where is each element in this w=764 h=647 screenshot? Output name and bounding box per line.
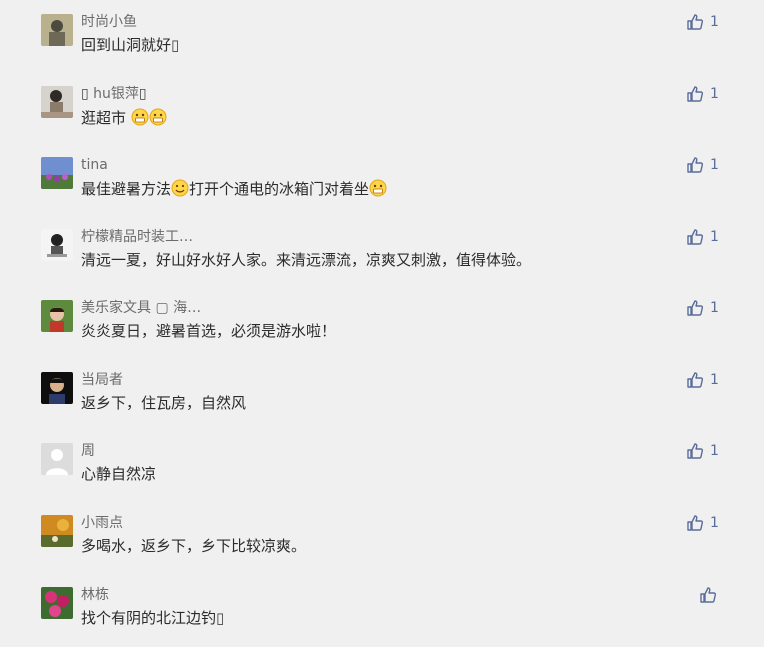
like-button[interactable]: 1 bbox=[686, 513, 719, 533]
avatar[interactable] bbox=[41, 372, 73, 404]
comment-text: 心静自然凉 bbox=[81, 465, 157, 483]
like-button[interactable]: 1 bbox=[686, 84, 719, 104]
thumbs-up-icon bbox=[687, 14, 704, 30]
comment-text: 清远一夏，好山好水好人家。来清远漂流，凉爽又刺激，值得体验。 bbox=[81, 251, 532, 269]
comment-item: 小雨点 多喝水，返乡下，乡下比较凉爽。 1 bbox=[0, 515, 764, 575]
comment-item: ▯ hu银萍▯ 逛超市 1 bbox=[0, 86, 764, 146]
comment-text: 多喝水，返乡下，乡下比较凉爽。 bbox=[81, 537, 307, 555]
thumbs-up-icon bbox=[687, 515, 704, 531]
comment-text: 回到山洞就好▯ bbox=[81, 36, 180, 54]
comment-item: tina 最佳避暑方法 打开个通电的冰箱门对着坐 1 bbox=[0, 157, 764, 217]
like-count: 1 bbox=[710, 443, 719, 459]
commenter-name[interactable]: ▯ hu银萍▯ bbox=[81, 86, 147, 102]
like-count: 1 bbox=[710, 157, 719, 173]
commenter-name[interactable]: 林栋 bbox=[81, 587, 109, 603]
avatar[interactable] bbox=[41, 86, 73, 118]
avatar[interactable] bbox=[41, 229, 73, 261]
commenter-name[interactable]: 周 bbox=[81, 443, 95, 459]
like-count: 1 bbox=[710, 86, 719, 102]
commenter-name[interactable]: tina bbox=[81, 157, 108, 173]
comment-item: 美乐家文具 ▢ 海… 炎炎夏日，避暑首选，必须是游水啦！ 1 bbox=[0, 300, 764, 360]
avatar[interactable] bbox=[41, 515, 73, 547]
like-count: 1 bbox=[710, 229, 719, 245]
like-button[interactable]: 1 bbox=[686, 12, 719, 32]
comment-text: 最佳避暑方法 打开个通电的冰箱门对着坐 bbox=[81, 179, 387, 198]
like-button[interactable]: 1 bbox=[686, 441, 719, 461]
like-count: 1 bbox=[710, 14, 719, 30]
comment-text: 找个有阴的北江边钓▯ bbox=[81, 609, 225, 627]
comment-item: 柠檬精品时装工… 清远一夏，好山好水好人家。来清远漂流，凉爽又刺激，值得体验。 … bbox=[0, 229, 764, 289]
like-count: 1 bbox=[710, 372, 719, 388]
thumbs-up-icon bbox=[687, 229, 704, 245]
commenter-name[interactable]: 美乐家文具 ▢ 海… bbox=[81, 300, 201, 316]
thumbs-up-icon bbox=[687, 443, 704, 459]
commenter-name[interactable]: 时尚小鱼 bbox=[81, 14, 137, 30]
like-count: 1 bbox=[710, 515, 719, 531]
comment-text: 返乡下，住瓦房，自然风 bbox=[81, 394, 247, 412]
commenter-name[interactable]: 柠檬精品时装工… bbox=[81, 229, 193, 245]
comment-item: 当局者 返乡下，住瓦房，自然风 1 bbox=[0, 372, 764, 432]
comment-text: 逛超市 bbox=[81, 108, 167, 127]
like-button[interactable]: 1 bbox=[686, 155, 719, 175]
avatar[interactable] bbox=[41, 157, 73, 189]
thumbs-up-icon bbox=[687, 372, 704, 388]
comment-text: 炎炎夏日，避暑首选，必须是游水啦！ bbox=[81, 322, 337, 340]
grin-emoji-icon bbox=[369, 179, 387, 197]
avatar[interactable] bbox=[41, 443, 73, 475]
thumbs-up-icon bbox=[687, 300, 704, 316]
grin-emoji-icon bbox=[149, 108, 167, 126]
comment-item: 林栋 找个有阴的北江边钓▯ bbox=[0, 587, 764, 647]
like-button[interactable]: 1 bbox=[686, 298, 719, 318]
like-button[interactable]: 1 bbox=[686, 227, 719, 247]
commenter-name[interactable]: 小雨点 bbox=[81, 515, 123, 531]
avatar[interactable] bbox=[41, 587, 73, 619]
comment-item: 时尚小鱼 回到山洞就好▯ 1 bbox=[0, 14, 764, 74]
thumbs-up-icon bbox=[700, 587, 717, 603]
avatar[interactable] bbox=[41, 300, 73, 332]
like-button[interactable] bbox=[699, 585, 723, 605]
comment-item: 周 心静自然凉 1 bbox=[0, 443, 764, 503]
thumbs-up-icon bbox=[687, 157, 704, 173]
thumbs-up-icon bbox=[687, 86, 704, 102]
commenter-name[interactable]: 当局者 bbox=[81, 372, 123, 388]
like-button[interactable]: 1 bbox=[686, 370, 719, 390]
like-count: 1 bbox=[710, 300, 719, 316]
avatar[interactable] bbox=[41, 14, 73, 46]
smile-emoji-icon bbox=[171, 179, 189, 197]
grin-emoji-icon bbox=[131, 108, 149, 126]
